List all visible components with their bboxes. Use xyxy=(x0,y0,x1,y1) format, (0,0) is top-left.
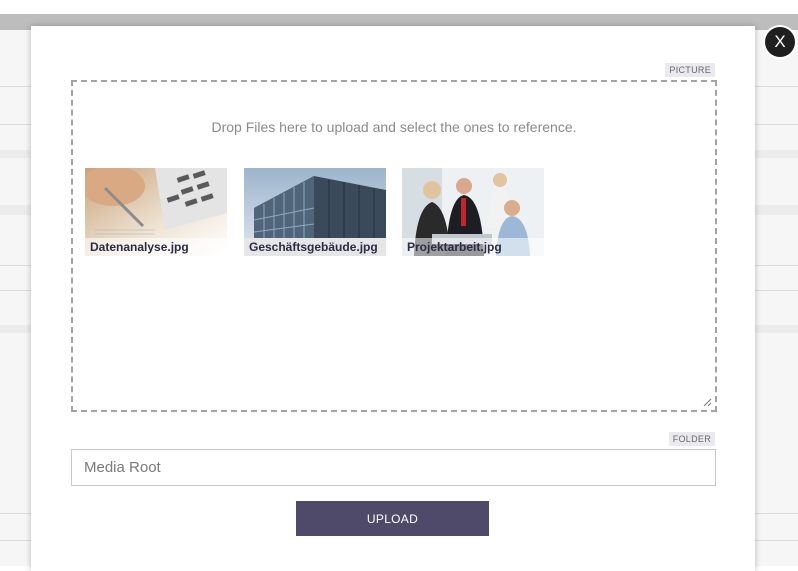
close-icon: X xyxy=(774,32,786,51)
picture-section-tag: PICTURE xyxy=(665,63,715,77)
background-top-bar xyxy=(0,0,798,14)
file-thumbnail[interactable]: Datenanalyse.jpg xyxy=(85,168,227,256)
upload-button[interactable]: UPLOAD xyxy=(296,501,489,536)
dropzone-hint-text: Drop Files here to upload and select the… xyxy=(211,119,577,135)
folder-section-tag: FOLDER xyxy=(668,432,715,446)
file-name-label: Datenanalyse.jpg xyxy=(85,238,227,256)
file-dropzone[interactable]: Drop Files here to upload and select the… xyxy=(71,80,717,412)
file-name-label: Projektarbeit.jpg xyxy=(402,238,544,256)
upload-dialog: PICTURE Drop Files here to upload and se… xyxy=(31,26,755,571)
file-name-label: Geschäftsgebäude.jpg xyxy=(244,238,386,256)
folder-input[interactable] xyxy=(71,449,716,486)
file-thumbnail[interactable]: Projektarbeit.jpg xyxy=(402,168,544,256)
resize-grip-icon[interactable] xyxy=(702,397,712,407)
file-thumbnail[interactable]: Geschäftsgebäude.jpg xyxy=(244,168,386,256)
close-button[interactable]: X xyxy=(765,27,795,57)
